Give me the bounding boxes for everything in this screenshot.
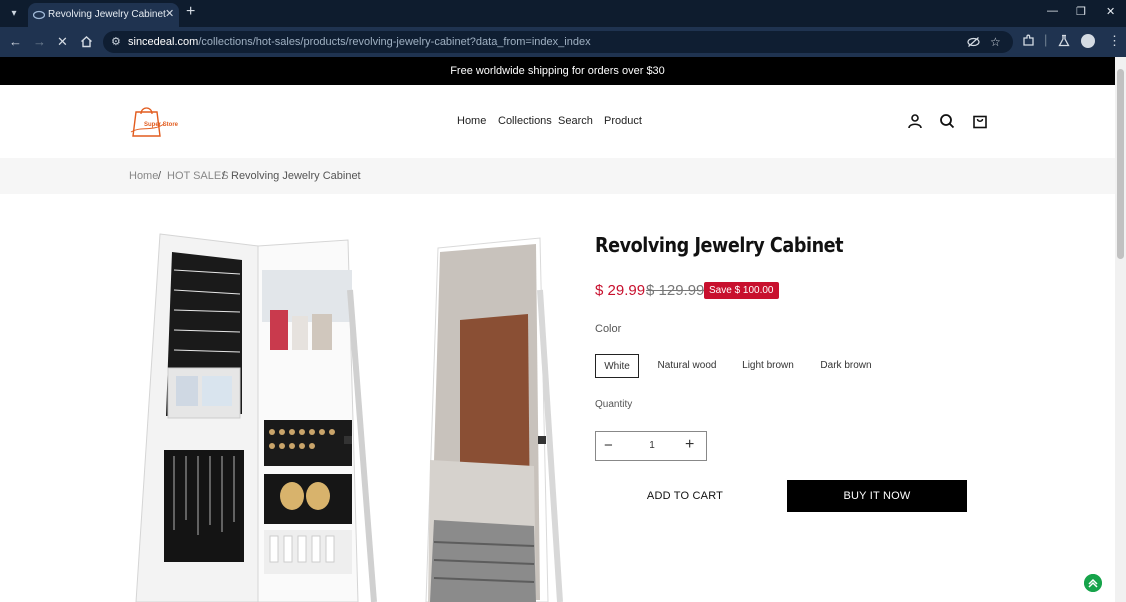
logo-text: Super Store xyxy=(144,122,179,128)
browser-menu-icon[interactable]: ⋮ xyxy=(1108,33,1121,49)
product-image-mirror-cabinet[interactable] xyxy=(425,237,563,602)
browser-tab[interactable]: Revolving Jewelry Cabinet - Ys ✕ xyxy=(28,3,179,27)
address-bar[interactable]: ⚙ sincedeal.com/collections/hot-sales/pr… xyxy=(103,31,1013,53)
plus-icon[interactable]: + xyxy=(685,436,694,454)
search-icon[interactable] xyxy=(939,113,955,129)
home-icon[interactable] xyxy=(80,35,93,48)
bookmark-star-icon[interactable]: ☆ xyxy=(990,35,1001,49)
site-header: Super Store Home Collections Search Prod… xyxy=(0,85,1115,158)
forward-icon[interactable]: → xyxy=(33,34,46,50)
product-gallery[interactable] xyxy=(130,230,570,602)
site-info-icon[interactable]: ⚙ xyxy=(111,35,121,48)
chat-widget-icon[interactable] xyxy=(1084,574,1102,592)
quantity-stepper: 1 − + xyxy=(595,431,707,461)
tab-close-icon[interactable]: ✕ xyxy=(165,7,174,20)
url-text: sincedeal.com/collections/hot-sales/prod… xyxy=(128,36,591,48)
tab-title: Revolving Jewelry Cabinet - Ys xyxy=(48,9,166,20)
restore-icon[interactable]: ❐ xyxy=(1076,5,1086,18)
color-label: Color xyxy=(595,323,622,335)
nav-product[interactable]: Product xyxy=(604,115,642,127)
new-tab-icon[interactable]: + xyxy=(186,3,195,21)
quantity-label: Quantity xyxy=(595,399,633,410)
nav-search[interactable]: Search xyxy=(558,115,593,127)
product-title: Revolving Jewelry Cabinet xyxy=(595,233,844,257)
color-option-white[interactable]: White xyxy=(595,354,639,378)
color-option-dark-brown[interactable]: Dark brown xyxy=(814,354,878,378)
stop-loading-icon[interactable]: ✕ xyxy=(57,34,68,50)
tab-search-button[interactable]: ▾ xyxy=(5,5,23,23)
profile-avatar-icon[interactable] xyxy=(1081,34,1095,48)
browser-toolbar: ← → ✕ ⚙ sincedeal.com/collections/hot-sa… xyxy=(0,27,1126,57)
color-option-natural-wood[interactable]: Natural wood xyxy=(651,354,723,378)
minimize-icon[interactable]: — xyxy=(1047,5,1058,17)
page-scrollbar[interactable] xyxy=(1115,57,1126,602)
compare-at-price: $ 129.99 xyxy=(646,282,705,299)
shopping-bag-logo-icon xyxy=(130,107,165,137)
breadcrumb-hot-sales[interactable]: HOT SALES xyxy=(167,170,229,182)
cart-icon[interactable] xyxy=(972,113,988,129)
product-image-open-cabinet[interactable] xyxy=(135,233,377,602)
nav-home[interactable]: Home xyxy=(457,115,486,127)
store-logo[interactable]: Super Store xyxy=(130,102,186,140)
extensions-icon[interactable] xyxy=(1022,34,1035,47)
announcement-bar: Free worldwide shipping for orders over … xyxy=(0,57,1115,85)
window-close-icon[interactable]: ✕ xyxy=(1106,5,1115,18)
save-badge: Save $ 100.00 xyxy=(704,282,779,299)
browser-tab-strip: ▾ Revolving Jewelry Cabinet - Ys ✕ + — ❐… xyxy=(0,0,1126,27)
breadcrumb-home[interactable]: Home xyxy=(129,170,158,182)
nav-collections[interactable]: Collections xyxy=(498,115,552,127)
account-icon[interactable] xyxy=(907,113,923,129)
sale-price: $ 29.99 xyxy=(595,282,646,299)
add-to-cart-button[interactable]: ADD TO CART xyxy=(595,480,775,512)
breadcrumb-separator: / xyxy=(222,170,226,182)
site-favicon-icon xyxy=(33,10,45,20)
scrollbar-thumb[interactable] xyxy=(1117,69,1124,259)
color-option-light-brown[interactable]: Light brown xyxy=(736,354,800,378)
breadcrumb-separator: / xyxy=(158,170,162,182)
minus-icon[interactable]: − xyxy=(604,437,613,454)
breadcrumb-current: Revolving Jewelry Cabinet xyxy=(231,170,361,182)
labs-flask-icon[interactable] xyxy=(1058,34,1070,47)
breadcrumb: Home / HOT SALES / Revolving Jewelry Cab… xyxy=(0,158,1115,194)
back-icon[interactable]: ← xyxy=(9,34,22,50)
buy-it-now-button[interactable]: BUY IT NOW xyxy=(787,480,967,512)
toolbar-divider: | xyxy=(1044,32,1048,47)
eye-off-icon[interactable] xyxy=(967,36,980,48)
